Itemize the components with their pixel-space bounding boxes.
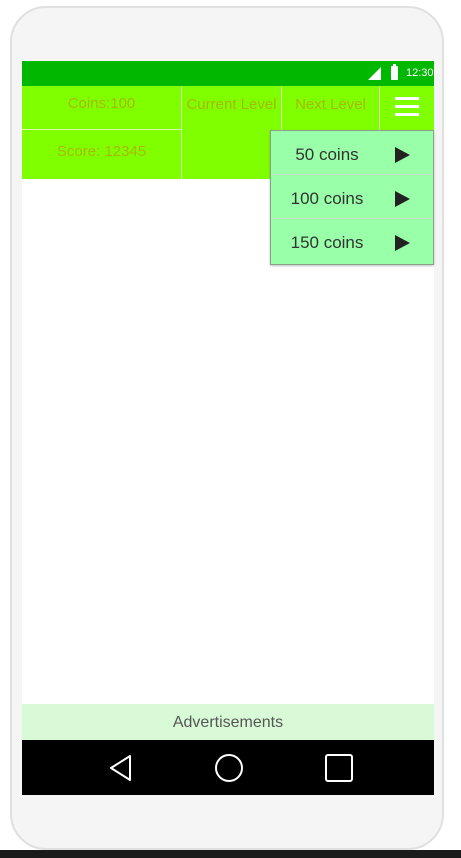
recents-icon[interactable]: [325, 754, 353, 782]
status-bar: 12:30: [22, 61, 434, 86]
play-arrow-icon: [395, 147, 410, 163]
dropdown-item-150-coins[interactable]: 150 coins: [271, 219, 433, 263]
play-arrow-icon: [395, 191, 410, 207]
dropdown-item-label: 100 coins: [290, 189, 364, 208]
coins-label: Coins:100: [22, 86, 182, 130]
current-level-button[interactable]: Current Level: [182, 86, 282, 179]
play-arrow-icon: [395, 235, 410, 251]
status-time: 12:30: [406, 67, 434, 79]
home-icon[interactable]: [215, 754, 243, 782]
nav-bar: [22, 740, 434, 795]
bottom-strip: [0, 850, 461, 858]
hamburger-menu-icon[interactable]: [380, 86, 434, 130]
back-icon[interactable]: [108, 754, 134, 782]
dropdown-item-50-coins[interactable]: 50 coins: [271, 131, 433, 175]
coins-dropdown-menu: 50 coins 100 coins 150 coins: [270, 130, 434, 265]
advertisements-banner[interactable]: Advertisements: [22, 704, 434, 740]
score-label: Score: 12345: [22, 130, 182, 179]
signal-icon: [368, 67, 381, 80]
battery-icon: [391, 64, 398, 80]
dropdown-item-100-coins[interactable]: 100 coins: [271, 175, 433, 219]
dropdown-item-label: 50 coins: [295, 145, 359, 164]
dropdown-item-label: 150 coins: [290, 233, 364, 252]
